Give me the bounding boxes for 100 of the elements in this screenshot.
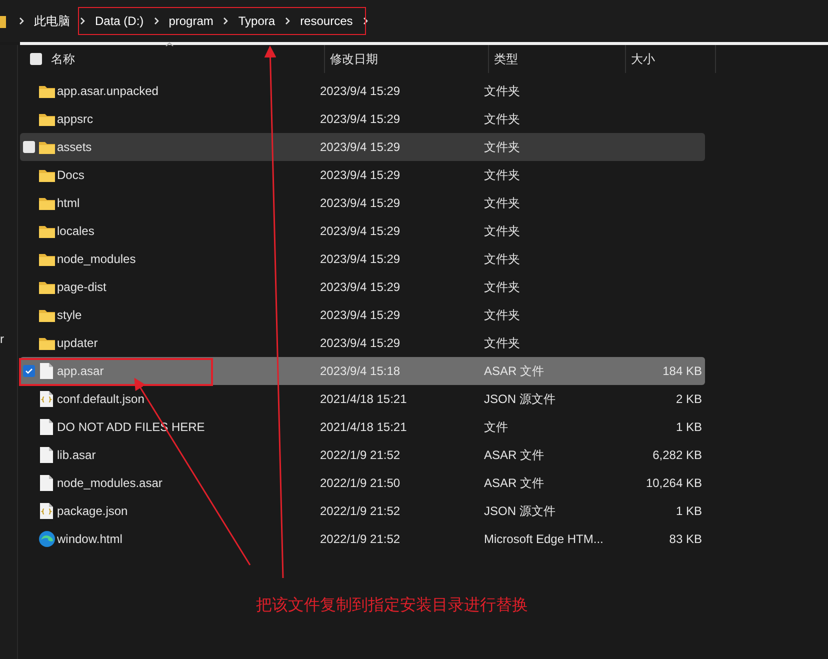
modified-date: 2023/9/4 15:18 — [320, 364, 400, 378]
file-type: 文件夹 — [484, 280, 520, 294]
file-icon — [40, 475, 53, 491]
file-type: 文件夹 — [484, 168, 520, 182]
file-name: app.asar — [57, 364, 104, 378]
modified-date: 2023/9/4 15:29 — [320, 280, 400, 294]
json-file-icon — [40, 503, 53, 519]
json-file-icon — [40, 391, 53, 407]
file-icon — [40, 419, 53, 435]
file-name: node_modules — [57, 252, 136, 266]
modified-date: 2023/9/4 15:29 — [320, 252, 400, 266]
file-row[interactable]: appsrc 2023/9/4 15:29 文件夹 — [20, 105, 705, 133]
breadcrumb-item[interactable]: program — [168, 12, 214, 30]
chevron-icon — [154, 17, 159, 25]
file-row[interactable]: node_modules 2023/9/4 15:29 文件夹 — [20, 245, 705, 273]
folder-icon — [38, 224, 54, 238]
file-row[interactable]: conf.default.json 2021/4/18 15:21 JSON 源文件 2 KB — [20, 385, 705, 413]
file-type: 文件夹 — [484, 224, 520, 238]
file-name: style — [57, 308, 82, 322]
file-row[interactable]: lib.asar 2022/1/9 21:52 ASAR 文件 6,282 KB — [20, 441, 705, 469]
file-size: 83 KB — [669, 531, 702, 548]
modified-date: 2022/1/9 21:52 — [320, 448, 400, 462]
folder-icon — [38, 308, 54, 322]
file-name: app.asar.unpacked — [57, 84, 158, 98]
file-name: Docs — [57, 168, 84, 182]
file-row[interactable]: app.asar.unpacked 2023/9/4 15:29 文件夹 — [20, 77, 705, 105]
file-type: 文件夹 — [484, 252, 520, 266]
file-row[interactable]: Docs 2023/9/4 15:29 文件夹 — [20, 161, 705, 189]
file-row[interactable]: updater 2023/9/4 15:29 文件夹 — [20, 329, 705, 357]
file-row[interactable]: app.asar 2023/9/4 15:18 ASAR 文件 184 KB — [20, 357, 705, 385]
folder-icon — [38, 84, 54, 98]
modified-date: 2022/1/9 21:52 — [320, 504, 400, 518]
file-type: 文件夹 — [484, 308, 520, 322]
folder-icon — [38, 196, 54, 210]
column-header[interactable]: 名称 — [51, 45, 325, 73]
file-size: 1 KB — [676, 419, 702, 436]
file-type: JSON 源文件 — [484, 392, 556, 406]
file-type: 文件夹 — [484, 196, 520, 210]
file-name: updater — [57, 336, 98, 350]
checked-checkbox[interactable] — [23, 365, 35, 377]
file-icon — [40, 363, 53, 379]
file-icon — [40, 447, 53, 463]
sort-caret-icon — [165, 42, 174, 47]
file-type: 文件 — [484, 420, 508, 434]
file-type: ASAR 文件 — [484, 364, 544, 378]
folder-icon — [38, 280, 54, 294]
modified-date: 2021/4/18 15:21 — [320, 420, 407, 434]
file-type: JSON 源文件 — [484, 504, 556, 518]
file-row[interactable]: locales 2023/9/4 15:29 文件夹 — [20, 217, 705, 245]
file-type: ASAR 文件 — [484, 476, 544, 490]
file-row[interactable]: html 2023/9/4 15:29 文件夹 — [20, 189, 705, 217]
file-type: Microsoft Edge HTM... — [484, 532, 604, 546]
breadcrumb-item[interactable]: Typora — [238, 12, 276, 30]
file-type: 文件夹 — [484, 336, 520, 350]
row-checkbox[interactable] — [23, 141, 35, 153]
file-name: appsrc — [57, 112, 94, 126]
file-row[interactable]: node_modules.asar 2022/1/9 21:50 ASAR 文件 10,264 KB — [20, 469, 705, 497]
file-size: 1 KB — [676, 503, 702, 520]
folder-icon — [38, 112, 54, 126]
file-type: 文件夹 — [484, 112, 520, 126]
file-size: 184 KB — [662, 363, 702, 380]
file-name: package.json — [57, 504, 128, 518]
globe-wave-icon — [38, 531, 54, 547]
file-type: 文件夹 — [484, 84, 520, 98]
chevron-icon — [80, 17, 85, 25]
column-header[interactable]: 大小 — [626, 45, 716, 73]
modified-date: 2023/9/4 15:29 — [320, 112, 400, 126]
folder-icon — [38, 140, 54, 154]
file-name: node_modules.asar — [57, 476, 162, 490]
breadcrumb-item[interactable]: 此电脑 — [34, 12, 70, 30]
file-row[interactable]: style 2023/9/4 15:29 文件夹 — [20, 301, 705, 329]
modified-date: 2021/4/18 15:21 — [320, 392, 407, 406]
file-name: conf.default.json — [57, 392, 144, 406]
breadcrumb-item[interactable]: Data (D:) — [95, 12, 144, 30]
file-row[interactable]: page-dist 2023/9/4 15:29 文件夹 — [20, 273, 705, 301]
check-icon — [25, 368, 33, 374]
file-name: html — [57, 196, 80, 210]
modified-date: 2023/9/4 15:29 — [320, 140, 400, 154]
chevron-icon — [362, 17, 368, 25]
folder-icon — [38, 252, 54, 266]
file-row[interactable]: window.html 2022/1/9 21:52 Microsoft Edge HTM... 83 KB — [20, 525, 705, 553]
sidebar-label: r — [0, 331, 4, 348]
select-all-checkbox[interactable] — [30, 53, 42, 65]
modified-date: 2023/9/4 15:29 — [320, 308, 400, 322]
modified-date: 2023/9/4 15:29 — [320, 336, 400, 350]
file-name: assets — [57, 140, 92, 154]
file-size: 10,264 KB — [646, 475, 702, 492]
column-header[interactable]: 类型 — [489, 45, 626, 73]
folder-icon — [0, 14, 9, 28]
file-row[interactable]: package.json 2022/1/9 21:52 JSON 源文件 1 KB — [20, 497, 705, 525]
file-name: window.html — [57, 532, 122, 546]
file-size: 2 KB — [676, 391, 702, 408]
column-header[interactable]: 修改日期 — [325, 45, 489, 73]
modified-date: 2023/9/4 15:29 — [320, 224, 400, 238]
modified-date: 2022/1/9 21:52 — [320, 532, 400, 546]
folder-icon — [38, 168, 54, 182]
breadcrumb-item[interactable]: resources — [300, 12, 353, 30]
chevron-icon — [285, 17, 290, 25]
modified-date: 2023/9/4 15:29 — [320, 168, 400, 182]
file-row[interactable]: assets 2023/9/4 15:29 文件夹 — [20, 133, 705, 161]
